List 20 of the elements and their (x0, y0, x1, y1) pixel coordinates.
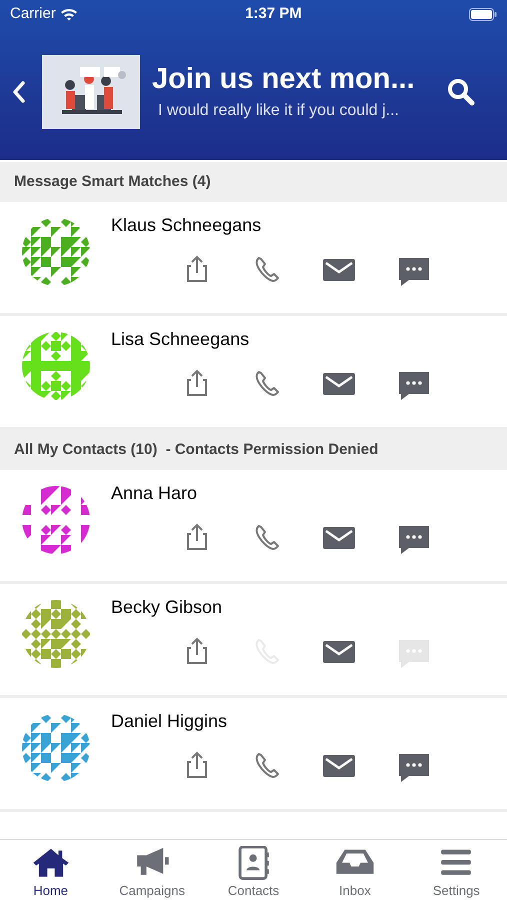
carrier-label: Carrier (10, 4, 56, 24)
tab[interactable]: Home (0, 840, 102, 900)
tab[interactable]: Contacts (202, 840, 304, 900)
contact-name: Daniel Higgins (111, 710, 228, 733)
clock-label: 1:37 PM (245, 4, 302, 24)
search-button[interactable] (445, 76, 477, 108)
section-header: All My Contacts (10) - Contacts Permission Denied (14, 440, 378, 460)
contact-name: Klaus Schneegans (111, 214, 262, 237)
contact-name: Becky Gibson (111, 596, 224, 619)
home-icon (30, 846, 71, 880)
campaign-subtitle: I would really like it if you could j... (158, 101, 400, 122)
contact-name: Lisa Schneegans (111, 328, 250, 351)
tab[interactable]: Campaigns (101, 840, 203, 900)
tab[interactable]: Settings (406, 840, 507, 900)
wifi-icon (60, 7, 78, 21)
contact-name: Anna Haro (111, 482, 198, 505)
battery-icon (468, 8, 497, 20)
campaign-title: Join us next mon... (152, 62, 416, 97)
tab[interactable]: Inbox (304, 840, 406, 900)
section-header: Message Smart Matches (4) (14, 172, 211, 192)
